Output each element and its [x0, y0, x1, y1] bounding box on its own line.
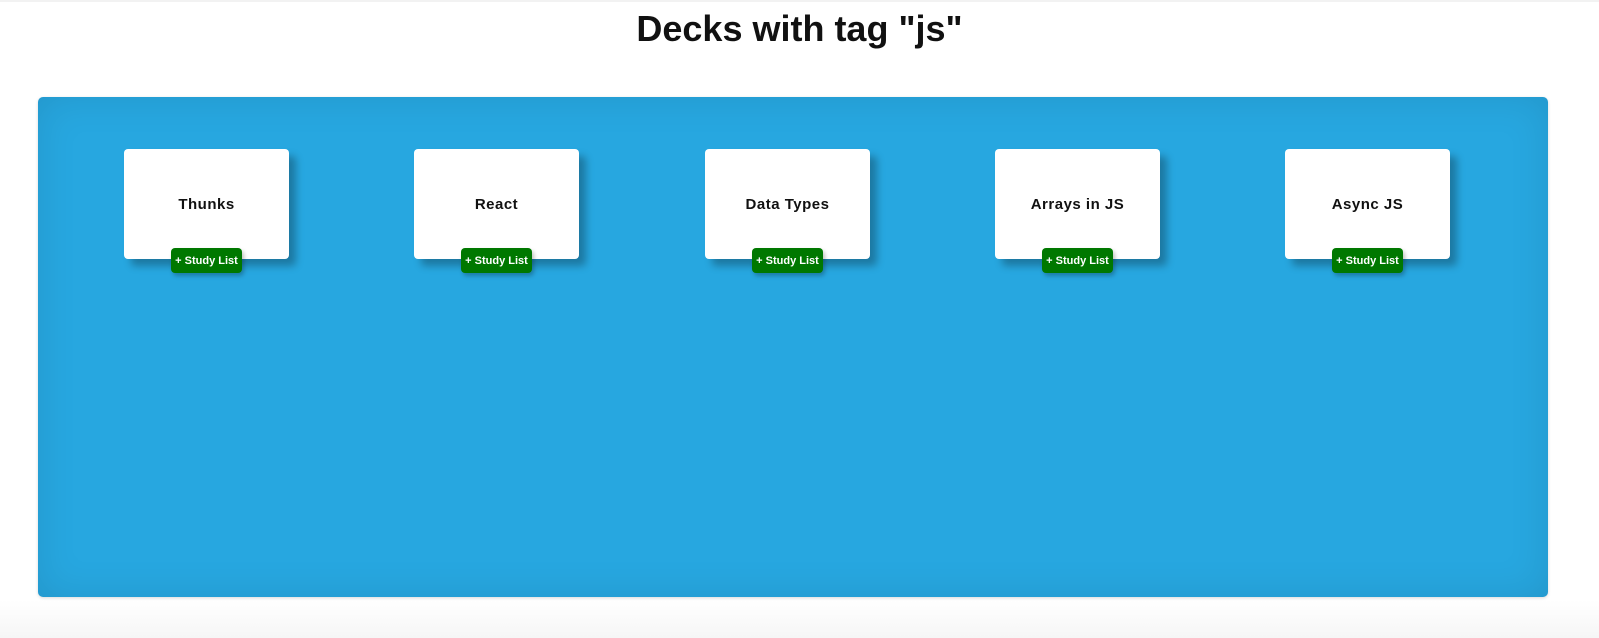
- deck-name: Arrays in JS: [1030, 195, 1125, 213]
- page: Decks with tag "js" Thunks + Study List …: [0, 0, 1599, 638]
- add-to-study-list-button[interactable]: + Study List: [752, 248, 823, 273]
- deck-card-data-types[interactable]: Data Types + Study List: [705, 149, 870, 273]
- top-divider: [0, 0, 1599, 2]
- deck-card-react[interactable]: React + Study List: [414, 149, 579, 273]
- deck-card-thunks[interactable]: Thunks + Study List: [124, 149, 289, 273]
- deck-card-async-js[interactable]: Async JS + Study List: [1285, 149, 1450, 273]
- deck-name: React: [474, 195, 519, 213]
- deck-panel: Thunks + Study List React + Study List D…: [38, 97, 1548, 597]
- add-to-study-list-button[interactable]: + Study List: [171, 248, 242, 273]
- add-to-study-list-button[interactable]: + Study List: [1042, 248, 1113, 273]
- page-title: Decks with tag "js": [636, 8, 963, 49]
- add-to-study-list-button[interactable]: + Study List: [461, 248, 532, 273]
- deck-name: Data Types: [745, 195, 830, 213]
- deck-name: Async JS: [1331, 195, 1404, 213]
- deck-name: Thunks: [178, 195, 235, 213]
- deck-card-arrays-in-js[interactable]: Arrays in JS + Study List: [995, 149, 1160, 273]
- add-to-study-list-button[interactable]: + Study List: [1332, 248, 1403, 273]
